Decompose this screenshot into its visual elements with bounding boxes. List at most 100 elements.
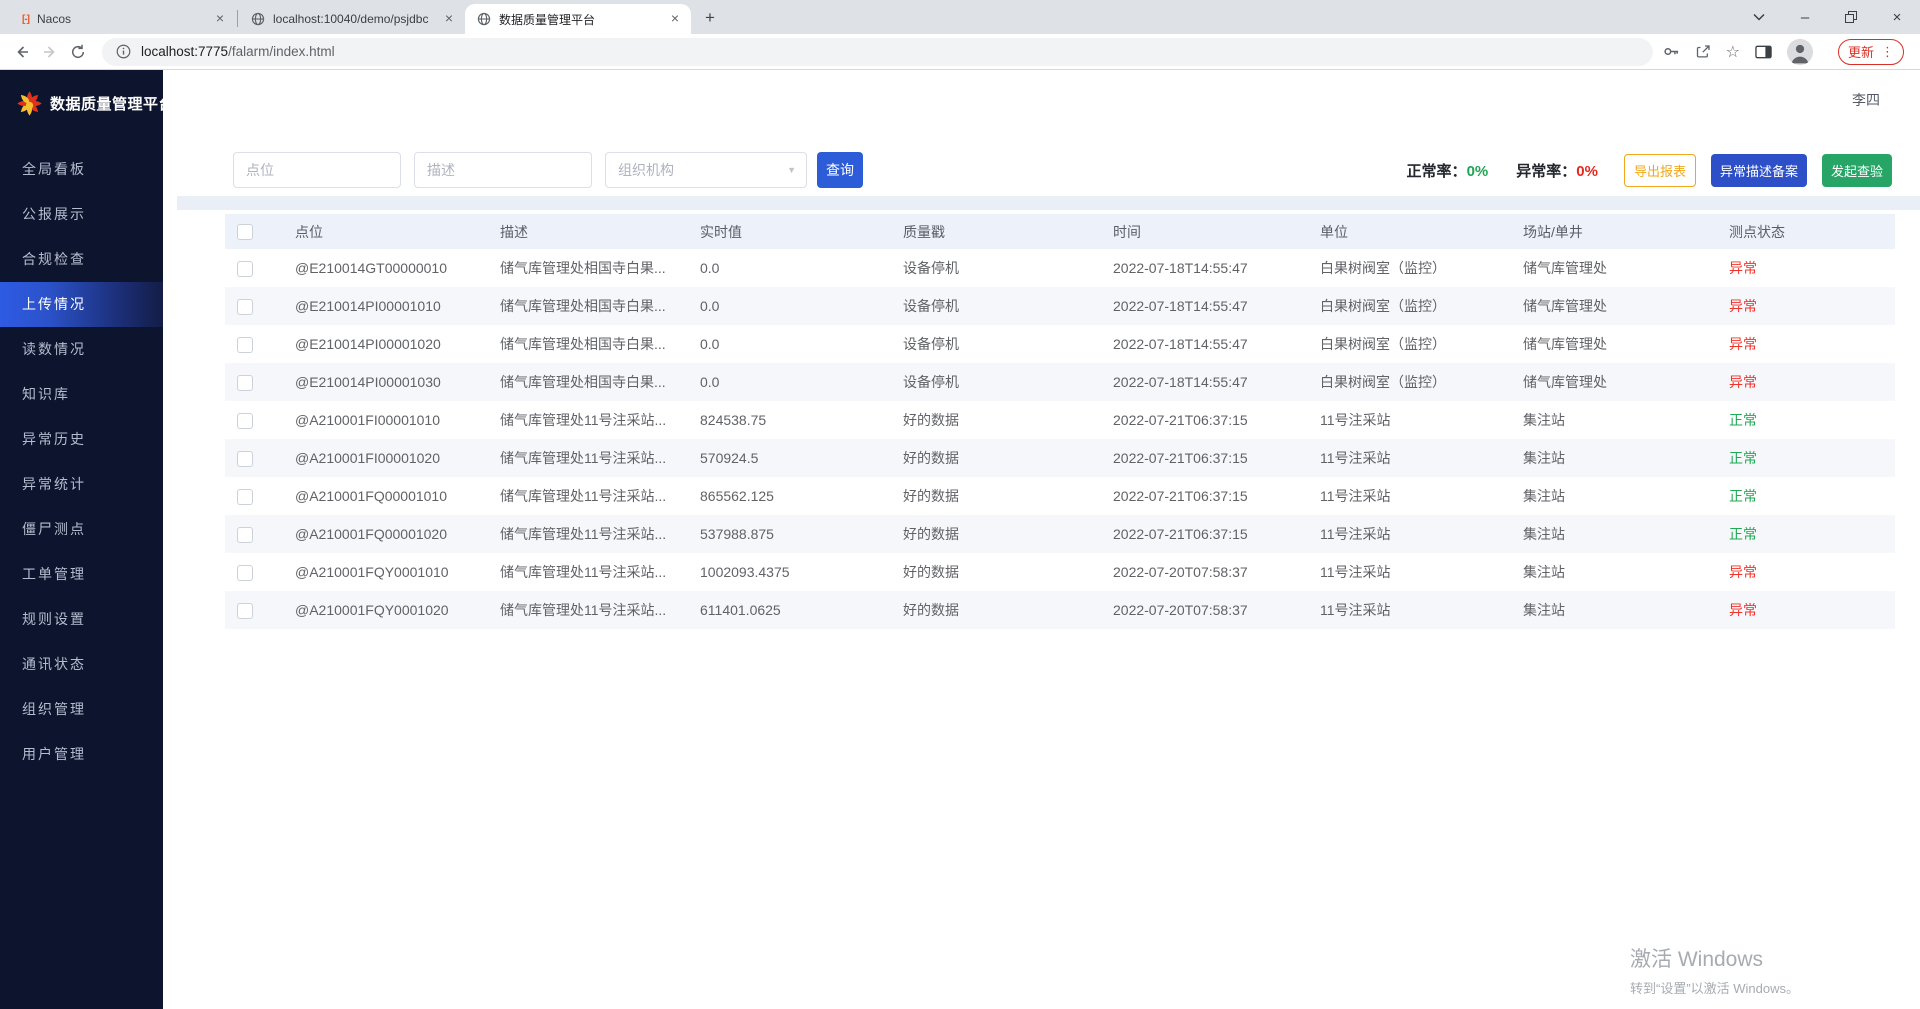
cell-unit: 白果树阀室（监控） bbox=[1308, 363, 1511, 401]
toolbar-icons: ☆ 更新 ⋮ bbox=[1663, 39, 1904, 65]
tab-close-icon[interactable]: × bbox=[212, 11, 228, 27]
info-icon[interactable] bbox=[116, 44, 131, 59]
cell-quality-stamp: 好的数据 bbox=[891, 591, 1101, 629]
organization-select[interactable]: 组织机构 ▼ bbox=[605, 152, 807, 188]
sidebar-item[interactable]: 异常统计 bbox=[0, 462, 163, 507]
table-row[interactable]: @E210014GT00000010 储气库管理处相国寺白果... 0.0 设备… bbox=[225, 249, 1895, 287]
row-checkbox[interactable] bbox=[237, 527, 253, 543]
password-key-icon[interactable] bbox=[1663, 43, 1680, 60]
cell-station: 集注站 bbox=[1511, 477, 1717, 515]
cell-station: 集注站 bbox=[1511, 591, 1717, 629]
sidebar-item[interactable]: 规则设置 bbox=[0, 597, 163, 642]
sidebar-item[interactable]: 知识库 bbox=[0, 372, 163, 417]
cell-description: 储气库管理处相国寺白果... bbox=[488, 287, 688, 325]
row-checkbox[interactable] bbox=[237, 261, 253, 277]
table-row[interactable]: @A210001FI00001020 储气库管理处11号注采站... 57092… bbox=[225, 439, 1895, 477]
cell-description: 储气库管理处相国寺白果... bbox=[488, 249, 688, 287]
rate-stats: 正常率：0% 异常率：0% bbox=[1407, 160, 1598, 181]
cell-quality-stamp: 好的数据 bbox=[891, 477, 1101, 515]
forward-icon[interactable] bbox=[36, 38, 64, 66]
table-row[interactable]: @E210014PI00001020 储气库管理处相国寺白果... 0.0 设备… bbox=[225, 325, 1895, 363]
sidebar-item[interactable]: 僵尸测点 bbox=[0, 507, 163, 552]
cell-point: @E210014PI00001030 bbox=[283, 363, 488, 401]
row-checkbox[interactable] bbox=[237, 337, 253, 353]
description-input[interactable] bbox=[414, 152, 592, 188]
sidebar-item[interactable]: 通讯状态 bbox=[0, 642, 163, 687]
tab-search-chevron-icon[interactable] bbox=[1736, 0, 1782, 34]
cell-point: @E210014PI00001010 bbox=[283, 287, 488, 325]
close-window-icon[interactable]: × bbox=[1874, 0, 1920, 34]
minimize-icon[interactable]: – bbox=[1782, 0, 1828, 34]
sidebar-item[interactable]: 合规检查 bbox=[0, 237, 163, 282]
bookmark-star-icon[interactable]: ☆ bbox=[1726, 42, 1740, 62]
tab-title: Nacos bbox=[37, 12, 204, 26]
point-input[interactable] bbox=[233, 152, 401, 188]
row-checkbox[interactable] bbox=[237, 603, 253, 619]
row-checkbox[interactable] bbox=[237, 375, 253, 391]
query-button[interactable]: 查询 bbox=[817, 152, 863, 188]
start-verify-button[interactable]: 发起查验 bbox=[1822, 154, 1892, 187]
cell-unit: 11号注采站 bbox=[1308, 401, 1511, 439]
abnormal-rate: 异常率：0% bbox=[1516, 160, 1598, 181]
restore-icon[interactable] bbox=[1828, 0, 1874, 34]
profile-avatar[interactable] bbox=[1787, 39, 1813, 65]
table-row[interactable]: @E210014PI00001010 储气库管理处相国寺白果... 0.0 设备… bbox=[225, 287, 1895, 325]
tab-close-icon[interactable]: × bbox=[441, 11, 457, 27]
browser-tab-platform[interactable]: 数据质量管理平台 × bbox=[465, 4, 691, 34]
sidebar-item[interactable]: 组织管理 bbox=[0, 687, 163, 732]
cell-realtime-value: 537988.875 bbox=[688, 515, 891, 553]
cell-station: 储气库管理处 bbox=[1511, 325, 1717, 363]
row-checkbox[interactable] bbox=[237, 413, 253, 429]
row-checkbox[interactable] bbox=[237, 565, 253, 581]
sidebar-item[interactable]: 工单管理 bbox=[0, 552, 163, 597]
status-badge: 正常 bbox=[1729, 488, 1757, 504]
cell-quality-stamp: 好的数据 bbox=[891, 401, 1101, 439]
table-row[interactable]: @E210014PI00001030 储气库管理处相国寺白果... 0.0 设备… bbox=[225, 363, 1895, 401]
sidebar-item[interactable]: 全局看板 bbox=[0, 147, 163, 192]
app-title: 数据质量管理平台 bbox=[50, 93, 174, 114]
cell-time: 2022-07-21T06:37:15 bbox=[1101, 477, 1308, 515]
new-tab-button[interactable]: + bbox=[697, 5, 723, 31]
row-checkbox[interactable] bbox=[237, 451, 253, 467]
cell-quality-stamp: 设备停机 bbox=[891, 363, 1101, 401]
cell-station: 集注站 bbox=[1511, 515, 1717, 553]
url-text: localhost:7775/falarm/index.html bbox=[141, 44, 335, 59]
current-user[interactable]: 李四 bbox=[1852, 90, 1880, 110]
sidebar-item[interactable]: 上传情况 bbox=[0, 282, 163, 327]
table-row[interactable]: @A210001FQ00001020 储气库管理处11号注采站... 53798… bbox=[225, 515, 1895, 553]
kebab-menu-icon[interactable]: ⋮ bbox=[1881, 44, 1894, 60]
row-checkbox[interactable] bbox=[237, 299, 253, 315]
table-row[interactable]: @A210001FQY0001020 储气库管理处11号注采站... 61140… bbox=[225, 591, 1895, 629]
cell-point: @A210001FI00001010 bbox=[283, 401, 488, 439]
address-bar[interactable]: localhost:7775/falarm/index.html bbox=[102, 38, 1653, 66]
cell-time: 2022-07-18T14:55:47 bbox=[1101, 249, 1308, 287]
chrome-update-button[interactable]: 更新 ⋮ bbox=[1838, 39, 1904, 65]
sidebar-item[interactable]: 异常历史 bbox=[0, 417, 163, 462]
action-buttons: 导出报表 异常描述备案 发起查验 bbox=[1624, 154, 1892, 187]
cell-point: @E210014GT00000010 bbox=[283, 249, 488, 287]
sidebar-item[interactable]: 读数情况 bbox=[0, 327, 163, 372]
col-point-status: 测点状态 bbox=[1717, 214, 1895, 249]
cell-description: 储气库管理处11号注采站... bbox=[488, 553, 688, 591]
export-report-button[interactable]: 导出报表 bbox=[1624, 154, 1696, 187]
cell-quality-stamp: 设备停机 bbox=[891, 249, 1101, 287]
share-icon[interactable] bbox=[1695, 44, 1711, 60]
side-panel-icon[interactable] bbox=[1755, 45, 1772, 59]
cell-station: 储气库管理处 bbox=[1511, 249, 1717, 287]
col-station: 场站/单井 bbox=[1511, 214, 1717, 249]
table-row[interactable]: @A210001FI00001010 储气库管理处11号注采站... 82453… bbox=[225, 401, 1895, 439]
sidebar-item[interactable]: 公报展示 bbox=[0, 192, 163, 237]
sidebar-item[interactable]: 用户管理 bbox=[0, 732, 163, 777]
table-row[interactable]: @A210001FQ00001010 储气库管理处11号注采站... 86556… bbox=[225, 477, 1895, 515]
browser-tab-demo[interactable]: localhost:10040/demo/psjdbc × bbox=[239, 4, 465, 34]
row-checkbox[interactable] bbox=[237, 489, 253, 505]
abnormal-record-button[interactable]: 异常描述备案 bbox=[1711, 154, 1807, 187]
cell-time: 2022-07-20T07:58:37 bbox=[1101, 591, 1308, 629]
tab-separator bbox=[237, 10, 238, 27]
back-icon[interactable] bbox=[8, 38, 36, 66]
refresh-icon[interactable] bbox=[64, 38, 92, 66]
table-row[interactable]: @A210001FQY0001010 储气库管理处11号注采站... 10020… bbox=[225, 553, 1895, 591]
tab-close-icon[interactable]: × bbox=[667, 11, 683, 27]
select-all-checkbox[interactable] bbox=[237, 224, 253, 240]
browser-tab-nacos[interactable]: [-] Nacos × bbox=[10, 4, 236, 34]
